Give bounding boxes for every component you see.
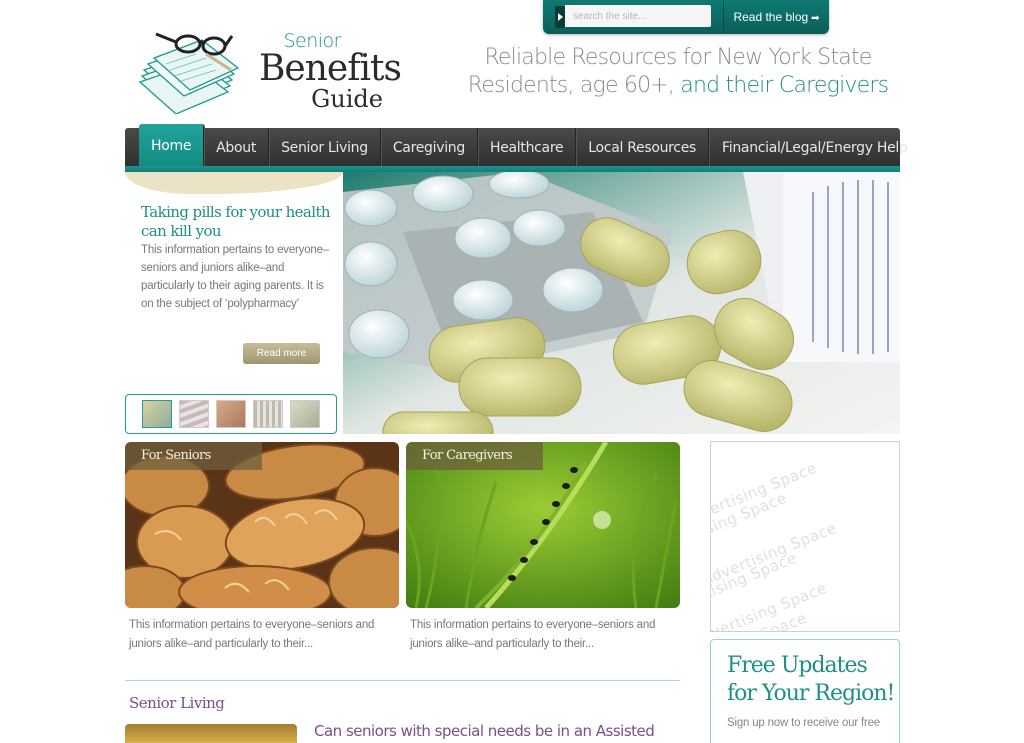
card-for-seniors[interactable]: For Seniors [125,442,399,608]
thumb-money[interactable] [290,400,320,428]
thumb-hands[interactable] [216,400,246,428]
card-text-seniors: This information pertains to everyone–se… [129,619,375,650]
advertising-space[interactable]: Advertising Space Advertising Space Adve… [710,441,900,632]
nav-senior-living[interactable]: Senior Living [269,128,381,168]
feature-thumbnails [125,394,337,434]
pills-photo [343,172,900,434]
logo-guide: Guide [311,85,383,113]
logo-wordmark: Senior Benefits Guide [256,30,402,113]
nav-home[interactable]: Home [139,124,205,168]
nav-local-resources[interactable]: Local Resources [576,128,710,168]
read-blog-label: Read the blog [733,10,809,24]
feature-wave-decoration [125,172,343,194]
feature-description: This information pertains to everyone–se… [141,244,330,310]
section-divider [125,680,680,681]
card-label-caregivers: For Caregivers [406,442,543,470]
search-submit-icon[interactable] [555,6,565,28]
papers-glasses-icon [138,32,240,114]
search-input[interactable] [565,5,711,27]
card-for-caregivers[interactable]: For Caregivers [406,442,680,608]
site-tagline: Reliable Resources for New York State Re… [452,44,904,100]
section-title-senior-living[interactable]: Senior Living [129,694,225,712]
read-blog-button[interactable]: Read the blog ➡ [723,0,829,34]
nav-financial-legal-energy[interactable]: Financial/Legal/Energy Help [709,128,920,168]
nav-caregiving[interactable]: Caregiving [381,128,478,168]
thumb-building[interactable] [253,400,283,428]
nav-healthcare[interactable]: Healthcare [478,128,577,168]
feature-image-pills[interactable] [343,172,900,434]
logo-benefits: Benefits [258,48,402,89]
card-label-seniors: For Seniors [125,442,262,470]
free-updates-box: Free Updates for Your Region! Sign up no… [710,639,900,743]
card-text-caregivers: This information pertains to everyone–se… [410,619,656,650]
thumb-flag[interactable] [179,400,209,428]
arrow-right-icon: ➡ [811,13,820,24]
article-thumbnail[interactable] [125,724,297,743]
free-updates-title: Free Updates for Your Region! [727,653,895,706]
tagline-part2: and their Caregivers [674,73,889,98]
main-nav: Home About Senior Living Caregiving Heal… [125,124,908,168]
feature-title[interactable]: Taking pills for your health can kill yo… [141,203,331,241]
thumb-pills[interactable] [142,400,172,428]
nav-about[interactable]: About [204,128,270,168]
read-more-button[interactable]: Read more [243,343,320,364]
article-title[interactable]: Can seniors with special needs be in an … [314,722,655,740]
search-bar: Read the blog➡ [543,0,829,34]
free-updates-text: Sign up now to receive our free [727,717,880,729]
site-logo[interactable]: Senior Benefits Guide [136,24,406,114]
